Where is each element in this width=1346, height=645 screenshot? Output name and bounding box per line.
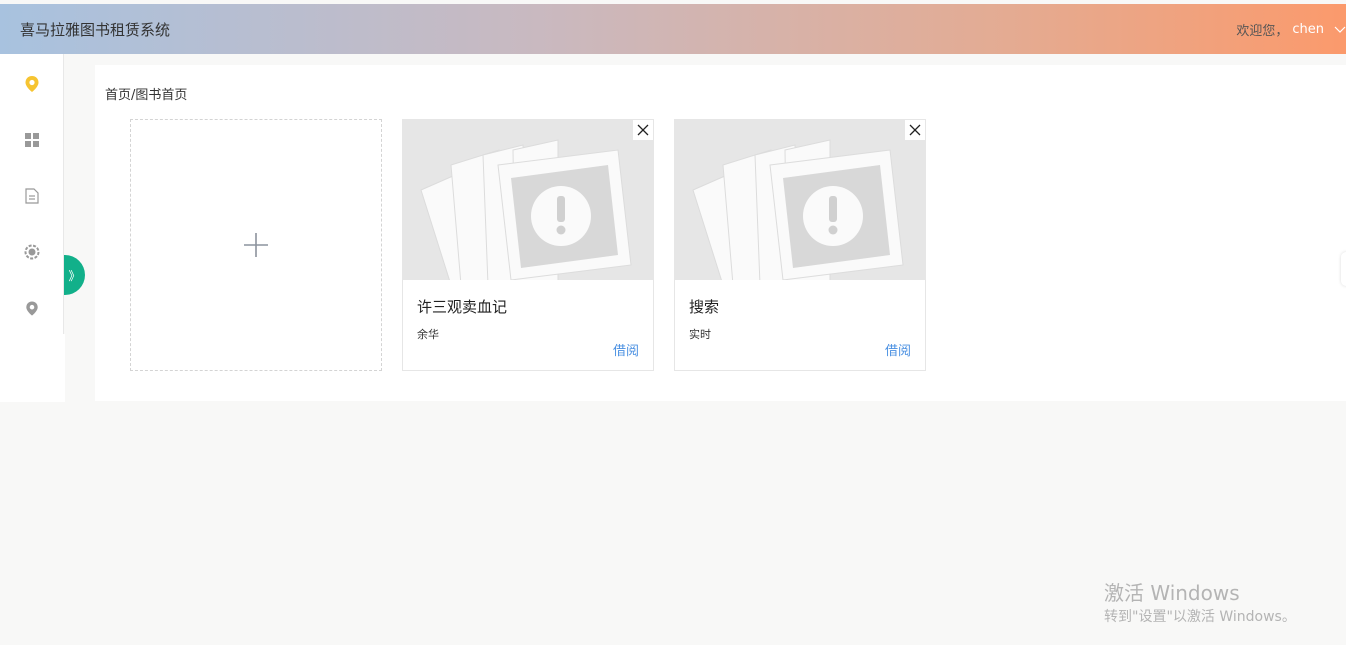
sidebar <box>0 54 64 334</box>
settings-icon[interactable] <box>22 242 42 262</box>
book-title: 许三观卖血记 <box>417 298 508 316</box>
user-menu[interactable]: 欢迎您， chen <box>1236 20 1346 39</box>
welcome-text: 欢迎您， <box>1236 23 1289 39</box>
document-icon[interactable] <box>22 186 42 206</box>
double-chevron-right-icon: 》 <box>68 268 81 283</box>
sidebar-footer <box>0 334 65 402</box>
plus-icon <box>244 233 268 257</box>
close-icon[interactable] <box>633 120 653 140</box>
borrow-button[interactable]: 借阅 <box>885 340 911 359</box>
sidebar-toggle-button[interactable]: 》 <box>64 255 85 295</box>
location-pin-icon[interactable] <box>22 298 42 318</box>
broken-image-icon <box>675 120 925 280</box>
app-header: 喜马拉雅图书租赁系统 欢迎您， chen <box>0 4 1346 54</box>
username[interactable]: chen <box>1292 22 1324 37</box>
book-card[interactable]: 许三观卖血记 余华 借阅 <box>402 119 654 371</box>
borrow-button[interactable]: 借阅 <box>613 340 639 359</box>
scroll-handle[interactable] <box>1341 252 1346 286</box>
book-title: 搜索 <box>689 298 720 316</box>
location-pin-icon[interactable] <box>22 74 42 94</box>
book-author: 实时 <box>689 328 711 341</box>
activation-watermark: 激活 Windows 转到"设置"以激活 Windows。 <box>1104 581 1296 626</box>
breadcrumb: 首页/图书首页 <box>105 88 188 103</box>
broken-image-icon <box>403 120 653 280</box>
add-book-button[interactable] <box>130 119 382 371</box>
chevron-down-icon[interactable] <box>1334 23 1346 35</box>
app-title: 喜马拉雅图书租赁系统 <box>20 20 171 39</box>
book-card[interactable]: 搜索 实时 借阅 <box>674 119 926 371</box>
watermark-subtitle: 转到"设置"以激活 Windows。 <box>1104 609 1296 625</box>
watermark-title: 激活 Windows <box>1104 581 1240 605</box>
book-author: 余华 <box>417 328 439 341</box>
close-icon[interactable] <box>905 120 925 140</box>
grid-icon[interactable] <box>22 130 42 150</box>
main-content: 首页/图书首页 许三观卖血记 余华 借阅 搜索 实时 借阅 <box>95 65 1346 401</box>
